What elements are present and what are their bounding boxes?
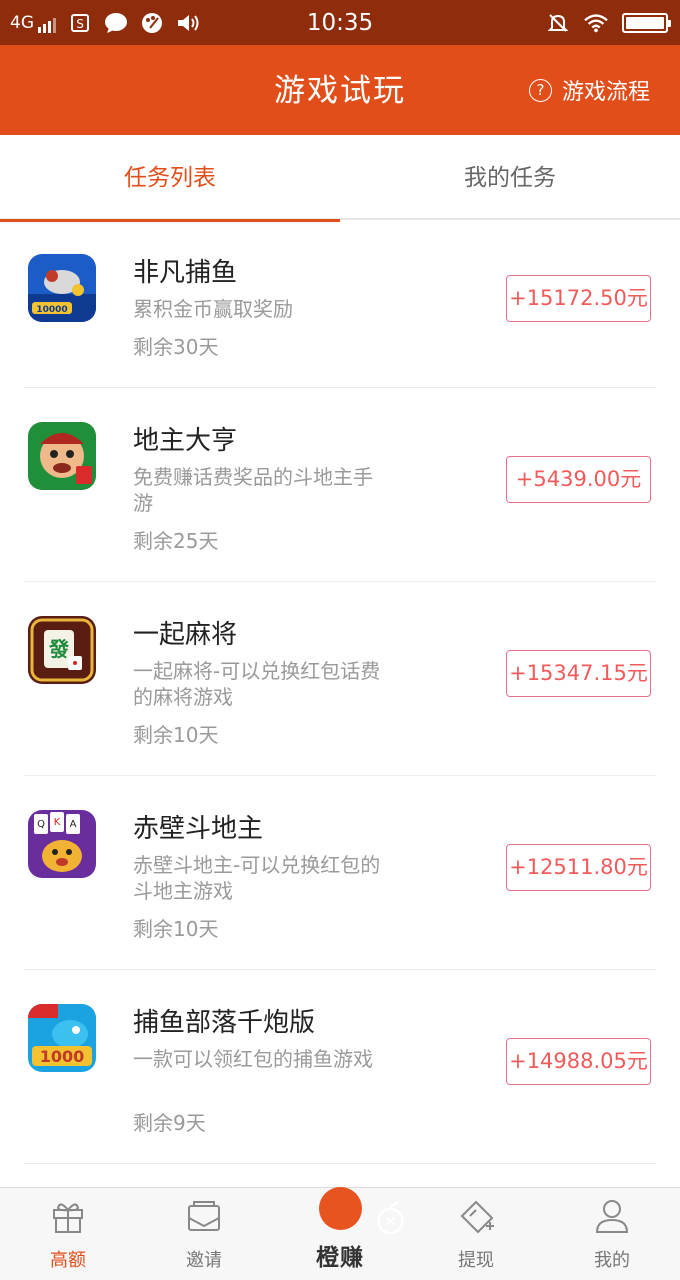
ticket-icon bbox=[460, 1200, 494, 1234]
list-item[interactable]: 1000 捕鱼部落千炮版 一款可以领红包的捕鱼游戏 剩余9天 +14988.05… bbox=[24, 970, 656, 1164]
app-header: 游戏试玩 ? 游戏流程 bbox=[0, 45, 680, 135]
fish-game-icon: 10000 bbox=[28, 254, 96, 322]
game-days-left: 剩余30天 bbox=[133, 335, 219, 359]
svg-text:10000: 10000 bbox=[36, 305, 67, 315]
game-description: 一起麻将-可以兑换红包话费的麻将游戏 bbox=[133, 659, 381, 709]
game-name: 非凡捕鱼 bbox=[133, 258, 238, 288]
fishing-tribe-icon: 1000 bbox=[28, 1004, 96, 1072]
reward-button[interactable]: +14988.05元 bbox=[506, 1038, 651, 1085]
game-process-button[interactable]: ? 游戏流程 bbox=[528, 45, 650, 135]
tab-my-tasks[interactable]: 我的任务 bbox=[340, 135, 680, 220]
list-item[interactable]: 10000 非凡捕鱼 累积金币赢取奖励 剩余30天 +15172.50元 bbox=[24, 220, 656, 388]
game-description: 一款可以领红包的捕鱼游戏 bbox=[133, 1047, 373, 1071]
mute-bell-icon bbox=[546, 11, 570, 35]
wifi-icon bbox=[584, 11, 608, 35]
game-name: 一起麻将 bbox=[133, 620, 238, 650]
game-name: 赤壁斗地主 bbox=[133, 814, 264, 844]
card-game-icon: Q K A bbox=[28, 810, 96, 878]
game-description: 累积金币赢取奖励 bbox=[133, 297, 293, 321]
list-item[interactable]: 發 一起麻将 一起麻将-可以兑换红包话费的麻将游戏 剩余10天 +15347.1… bbox=[24, 582, 656, 776]
reward-button[interactable]: +15172.50元 bbox=[506, 275, 651, 322]
game-description: 免费赚话费奖品的斗地主手游 bbox=[133, 465, 373, 515]
svg-text:1000: 1000 bbox=[40, 1047, 85, 1066]
nav-label: 橙赚 bbox=[316, 1245, 364, 1271]
nav-item-high-reward[interactable]: 高额 bbox=[0, 1188, 136, 1280]
reward-button[interactable]: +15347.15元 bbox=[506, 650, 651, 697]
game-name: 捕鱼部落千炮版 bbox=[133, 1008, 316, 1038]
svg-text:A: A bbox=[70, 819, 77, 830]
game-description: 赤壁斗地主-可以兑换红包的斗地主游戏 bbox=[133, 853, 381, 903]
nav-label: 提现 bbox=[458, 1250, 494, 1271]
game-name: 地主大亨 bbox=[133, 426, 238, 456]
game-days-left: 剩余10天 bbox=[133, 723, 219, 747]
landlord-game-icon bbox=[28, 422, 96, 490]
bottom-nav: 高额 邀请 橙赚 提现 我的 bbox=[0, 1187, 680, 1280]
status-bar: 4G S 10:35 bbox=[0, 0, 680, 45]
game-days-left: 剩余25天 bbox=[133, 529, 219, 553]
nav-label: 邀请 bbox=[186, 1250, 222, 1271]
nav-label: 我的 bbox=[594, 1250, 630, 1271]
nav-item-invite[interactable]: 邀请 bbox=[136, 1188, 272, 1280]
game-process-label: 游戏流程 bbox=[561, 80, 650, 105]
tab-task-list[interactable]: 任务列表 bbox=[0, 135, 340, 222]
game-days-left: 剩余9天 bbox=[133, 1111, 206, 1135]
list-item[interactable]: Q K A 赤壁斗地主 赤壁斗地主-可以兑换红包的斗地主游戏 剩余10天 +12… bbox=[24, 776, 656, 970]
svg-text:發: 發 bbox=[48, 637, 69, 661]
game-days-left: 剩余10天 bbox=[133, 917, 219, 941]
orange-logo-icon bbox=[319, 1187, 404, 1235]
nav-item-withdraw[interactable]: 提现 bbox=[408, 1188, 544, 1280]
svg-text:Q: Q bbox=[37, 819, 45, 830]
svg-text:K: K bbox=[54, 817, 61, 828]
envelope-icon bbox=[188, 1201, 220, 1231]
tab-bar: 任务列表 我的任务 bbox=[0, 135, 680, 222]
gift-icon bbox=[53, 1203, 83, 1233]
nav-item-mine[interactable]: 我的 bbox=[544, 1188, 680, 1280]
nav-item-chengzhuan[interactable]: 橙赚 bbox=[272, 1187, 408, 1280]
reward-button[interactable]: +5439.00元 bbox=[506, 456, 651, 503]
user-icon bbox=[595, 1200, 629, 1233]
battery-icon bbox=[622, 12, 671, 33]
reward-button[interactable]: +12511.80元 bbox=[506, 844, 651, 891]
mahjong-game-icon: 發 bbox=[28, 616, 96, 684]
list-item[interactable]: 地主大亨 免费赚话费奖品的斗地主手游 剩余25天 +5439.00元 bbox=[24, 388, 656, 582]
nav-label: 高额 bbox=[50, 1250, 86, 1271]
question-circle-icon: ? bbox=[528, 78, 552, 102]
